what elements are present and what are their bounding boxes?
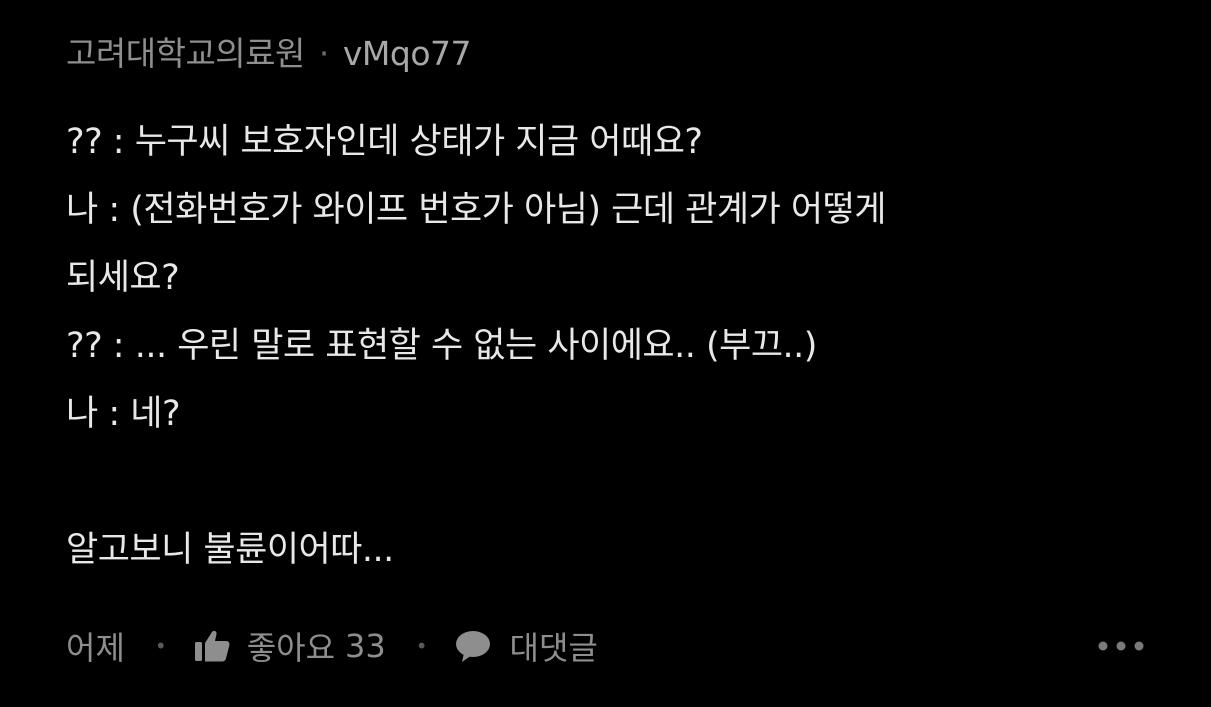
footer-separator: • [154, 634, 167, 658]
comment-time: 어제 [66, 629, 125, 667]
more-options-button[interactable] [1096, 618, 1146, 674]
comment-body: ?? : 누구씨 보호자인데 상태가 지금 어때요? 나 : (전화번호가 와이… [66, 108, 1166, 584]
footer-separator: • [415, 634, 428, 658]
comment-line: 나 : 네? [66, 394, 181, 434]
comment: 고려대학교의료원 · vMqo77 ?? : 누구씨 보호자인데 상태가 지금 … [66, 28, 1166, 584]
like-label: 좋아요 [246, 629, 336, 667]
comment-line: 알고보니 불륜이어따... [66, 530, 394, 570]
comment-meta: 고려대학교의료원 · vMqo77 [66, 28, 1166, 80]
comment-line: 나 : (전화번호가 와이프 번호가 아님) 근데 관계가 어떻게 [66, 190, 887, 230]
thumbs-up-icon [193, 629, 231, 663]
speech-bubble-icon [454, 629, 492, 663]
comment-line: 되세요? [66, 258, 180, 298]
author-affiliation[interactable]: 고려대학교의료원 [66, 28, 305, 80]
author-username[interactable]: vMqo77 [343, 28, 472, 80]
more-horizontal-icon [1096, 639, 1146, 653]
like-count: 33 [345, 627, 386, 665]
comment-line: ?? : 누구씨 보호자인데 상태가 지금 어때요? [66, 122, 703, 162]
comment-footer: 어제 • 좋아요 33 • 대댓글 [66, 618, 1146, 674]
like-button[interactable]: 좋아요 33 [193, 623, 386, 669]
comment-line: ?? : ... 우린 말로 표현할 수 없는 사이에요.. (부끄..) [66, 326, 817, 366]
reply-label: 대댓글 [509, 629, 598, 667]
comment-blank-line [66, 448, 1166, 516]
reply-button[interactable]: 대댓글 [454, 623, 598, 669]
meta-separator: · [318, 34, 330, 73]
